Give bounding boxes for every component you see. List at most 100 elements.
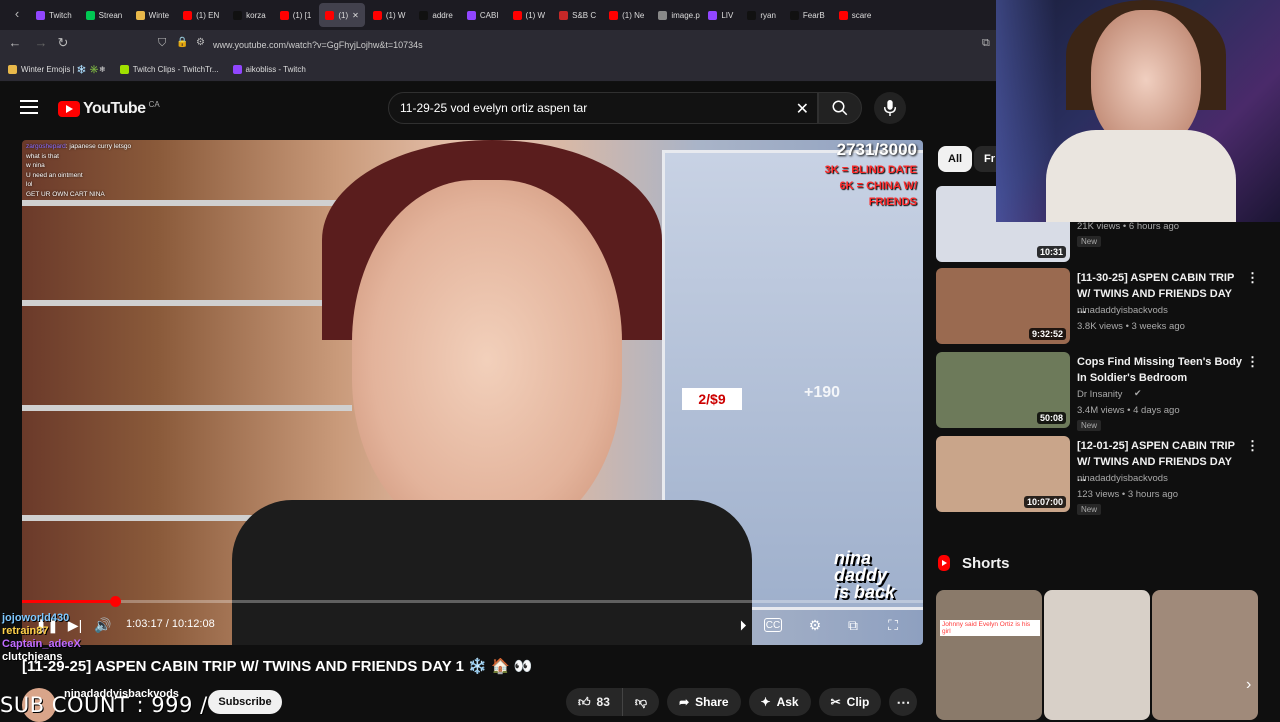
bookmark-item[interactable]: Winter Emojis | ❄️ ✳️❄ [8, 65, 106, 74]
sub-goal: 2731/3000 [836, 140, 917, 159]
video-meta: 123 views • 3 hours ago [1077, 489, 1179, 500]
dislike-button[interactable]: 👎︎ [621, 688, 659, 716]
back-icon[interactable]: ← [4, 35, 26, 50]
progress-bar[interactable] [22, 596, 923, 607]
video-thumbnail[interactable]: 10:07:00 [936, 436, 1070, 512]
url-field[interactable]: www.youtube.com/watch?v=GgFhyjLojhw&t=10… [155, 36, 975, 54]
video-meta: 3.4M views • 4 days ago [1077, 405, 1180, 416]
goal-tiers: 3K = BLIND DATE 6K = CHINA W/FRIENDS [825, 162, 917, 210]
picture-in-picture-icon[interactable]: ⧉ [982, 37, 990, 50]
browser-tab[interactable]: addre [413, 3, 458, 27]
youtube-play-icon [58, 101, 80, 117]
goal-tier: FRIENDS [868, 196, 917, 208]
short-thumbnail[interactable] [1152, 590, 1258, 720]
bookmark-item[interactable]: aikobliss - Twitch [232, 65, 306, 74]
reload-icon[interactable]: ↻ [52, 35, 74, 51]
ask-button[interactable]: ✦ Ask [748, 688, 811, 716]
short-thumbnail[interactable]: Johnny said Evelyn Ortiz is his girl [936, 590, 1042, 720]
goal-tier: 3K = BLIND DATE [824, 164, 917, 176]
new-badge: New [1077, 420, 1102, 431]
miniplayer-icon[interactable]: ⧉ [842, 614, 864, 636]
browser-tab[interactable]: image.png [652, 3, 700, 27]
browser-tab[interactable]: Strean [80, 3, 128, 27]
subscribe-button[interactable]: Subscribe [208, 690, 282, 714]
tab-close-icon[interactable]: ✕ [352, 11, 359, 20]
bookmark-item[interactable]: Twitch Clips - TwitchTr... [119, 65, 219, 74]
tab-label: Twitch [49, 10, 72, 20]
tab-label: LIV [721, 10, 734, 20]
chat-text: U need an ointment [26, 171, 83, 179]
browser-tab[interactable]: ryan [741, 3, 782, 27]
recommended-video[interactable]: 50:08 Cops Find Missing Teen's Body In So… [936, 352, 1259, 431]
browser-tab[interactable]: (1) ✕ [319, 3, 365, 27]
browser-tab[interactable]: Winte [130, 3, 175, 27]
chat-text: GET UR OWN CART NINA [26, 190, 105, 198]
chip-all[interactable]: All [938, 146, 973, 172]
search-input[interactable] [389, 93, 779, 123]
browser-tab[interactable]: S&B C [553, 3, 601, 27]
browser-tab[interactable]: (1) W [367, 3, 412, 27]
kebab-menu-icon[interactable]: ⋮ [1246, 354, 1259, 370]
browser-tab[interactable]: korza [227, 3, 272, 27]
tab-favicon-icon [789, 10, 799, 20]
tab-label: korza [246, 10, 266, 20]
more-videos-badge[interactable]: +190 [804, 384, 840, 402]
tab-favicon-icon [325, 10, 335, 20]
share-button[interactable]: ➦ Share [667, 688, 741, 716]
youtube-logo[interactable]: YouTube CA [58, 100, 160, 118]
forward-icon[interactable]: → [30, 35, 52, 50]
progress-scrubber[interactable] [110, 596, 122, 607]
recommended-video[interactable]: 10:07:00 [12-01-25] ASPEN CABIN TRIP W/ T… [936, 436, 1259, 515]
browser-tab[interactable]: (1) Ne [603, 3, 650, 27]
video-thumbnail[interactable]: 50:08 [936, 352, 1070, 428]
captions-icon[interactable]: CC [764, 618, 782, 632]
like-count: 83 [596, 695, 610, 709]
chevron-right-icon[interactable]: › [1246, 676, 1251, 694]
like-button[interactable]: 👍︎ 83 [566, 688, 622, 716]
video-duration: 10:07:00 [1023, 496, 1066, 508]
short-thumbnail[interactable] [1044, 590, 1150, 720]
chat-message: zargoshepard: japanese curry letsgo [26, 143, 132, 150]
video-thumbnail[interactable]: 9:32:52 [936, 268, 1070, 344]
browser-tab[interactable]: (1) W [507, 3, 552, 27]
browser-tab[interactable]: FearB [784, 3, 831, 27]
streamer-face [352, 180, 622, 540]
voice-search-button[interactable] [874, 92, 906, 124]
bookmark-icon [119, 65, 129, 74]
browser-tab[interactable]: LIV [702, 3, 739, 27]
settings-icon[interactable]: ⚙ [804, 614, 826, 636]
clip-label: Clip [846, 695, 870, 709]
video-player[interactable]: 2/$9 zargoshepard: japanese curry letsgo… [22, 140, 923, 645]
autoplay-toggle-icon[interactable]: ⏵ [728, 614, 758, 636]
browser-tab[interactable]: (1) EN [177, 3, 225, 27]
tab-favicon-icon [419, 10, 429, 20]
tab-list-icon[interactable]: ‹ [6, 6, 28, 21]
tab-favicon-icon [609, 10, 619, 20]
kebab-menu-icon[interactable]: ⋮ [1246, 438, 1259, 454]
shorts-label: Shorts [962, 554, 1010, 572]
progress-fill [22, 600, 116, 603]
tab-favicon-icon [36, 10, 45, 20]
menu-icon[interactable] [20, 100, 38, 114]
browser-tab[interactable]: CABI [461, 3, 505, 27]
bookmarks-bar: Winter Emojis | ❄️ ✳️❄ Twitch Clips - Twi… [0, 58, 1000, 82]
clear-icon[interactable]: ✕ [796, 99, 809, 119]
browser-url-bar: ← → ↻ ⛉ 🔒 ⚙ www.youtube.com/watch?v=GgFh… [0, 30, 1000, 58]
tab-label: (1) W [525, 10, 546, 20]
more-actions-button[interactable]: ⋯ [889, 688, 918, 716]
chat-text: japanese curry letsgo [69, 143, 132, 150]
search-button[interactable] [818, 92, 862, 124]
browser-tab[interactable]: scare [833, 3, 878, 27]
clip-button[interactable]: ✂ Clip [818, 688, 882, 716]
video-title[interactable]: Cops Find Missing Teen's Body In Soldier… [1077, 354, 1242, 386]
microphone-icon [883, 100, 897, 116]
new-badge: New [1077, 504, 1102, 515]
recommended-video[interactable]: 9:32:52 [11-30-25] ASPEN CABIN TRIP W/ TW… [936, 268, 1259, 344]
browser-tab[interactable]: Twitch [30, 3, 78, 27]
fullscreen-icon[interactable]: ⛶ [882, 614, 904, 636]
video-duration: 50:08 [1036, 412, 1066, 424]
kebab-menu-icon[interactable]: ⋮ [1246, 270, 1259, 286]
browser-tab[interactable]: (1) [1 [274, 3, 318, 27]
shorts-header: Shorts [936, 554, 1010, 572]
chat-message: U need an ointment [26, 171, 186, 181]
